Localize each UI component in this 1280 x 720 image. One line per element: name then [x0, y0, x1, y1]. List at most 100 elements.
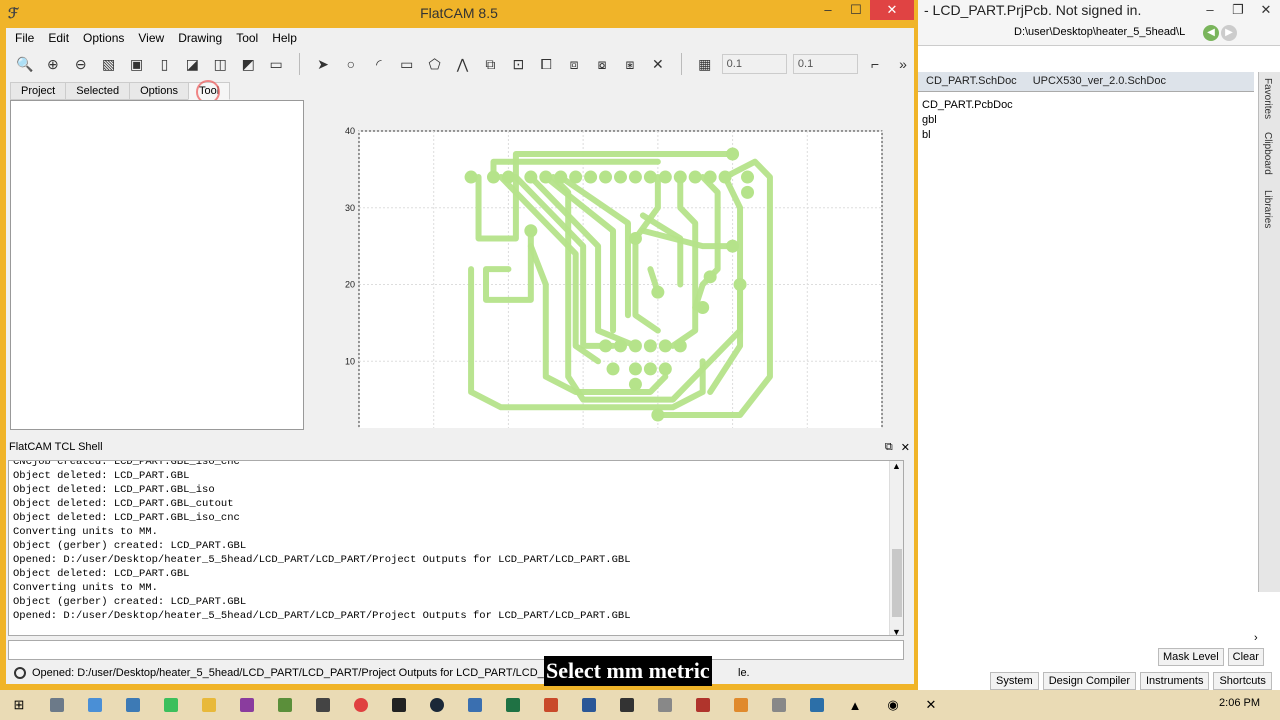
doc-item[interactable]: bl — [922, 128, 1013, 143]
close-icon[interactable]: ✕ — [901, 441, 910, 454]
menu-file[interactable]: File — [8, 28, 41, 48]
chevron-down-icon[interactable]: ▼ — [892, 627, 901, 635]
open-excellon-icon[interactable]: ◫ — [209, 53, 231, 76]
app-icon[interactable] — [118, 693, 148, 717]
close-icon[interactable]: ✕ — [1252, 0, 1280, 22]
copy-icon[interactable]: ⧠ — [535, 53, 557, 76]
app-icon[interactable] — [726, 693, 756, 717]
tab-system[interactable]: System — [990, 672, 1039, 690]
subtract-icon[interactable]: ⧇ — [591, 53, 613, 76]
circle-icon[interactable]: ○ — [340, 53, 362, 76]
grid-y-field[interactable]: 0.1 — [792, 54, 859, 74]
scrollbar-thumb[interactable] — [892, 549, 902, 617]
menu-help[interactable]: Help — [265, 28, 304, 48]
polygon-icon[interactable]: ⬠ — [424, 53, 446, 76]
side-label-clipboard[interactable]: Clipboard — [1262, 132, 1273, 175]
delete-icon[interactable]: ✕ — [647, 53, 669, 76]
cut-icon[interactable]: ⊡ — [507, 53, 529, 76]
select-icon[interactable]: ➤ — [312, 53, 334, 76]
minimize-icon[interactable]: – — [814, 0, 842, 20]
union-icon[interactable]: ⧉ — [479, 53, 501, 76]
plot-canvas[interactable]: -100102030405060010203040 — [326, 98, 887, 452]
back-icon[interactable]: ◀ — [1203, 25, 1219, 41]
chrome-icon[interactable] — [346, 693, 376, 717]
app-icon[interactable] — [384, 693, 414, 717]
onenote-icon[interactable] — [232, 693, 262, 717]
menu-tool[interactable]: Tool — [229, 28, 265, 48]
app-icon[interactable] — [308, 693, 338, 717]
clear-plot-icon[interactable]: ▧ — [98, 53, 120, 76]
tray-icon[interactable]: ✕ — [916, 693, 946, 717]
snap-icon[interactable]: ⌐ — [864, 53, 886, 76]
menu-options[interactable]: Options — [76, 28, 131, 48]
flatcam-task-icon[interactable] — [764, 693, 794, 717]
mask-level-button[interactable]: Mask Level — [1158, 648, 1224, 666]
tray-icon[interactable]: ◉ — [878, 693, 908, 717]
app-icon[interactable] — [270, 693, 300, 717]
doc-item[interactable]: CD_PART.PcbDoc — [922, 98, 1013, 113]
pcb-plot[interactable]: -100102030405060010203040 — [326, 98, 887, 452]
forward-icon[interactable]: ▶ — [1221, 25, 1237, 41]
tab-design-compiler[interactable]: Design Compiler — [1042, 672, 1136, 690]
restore-icon[interactable]: ❐ — [1224, 0, 1252, 22]
close-icon[interactable]: ✕ — [870, 0, 914, 20]
tab-shortcuts[interactable]: Shortcuts — [1213, 672, 1272, 690]
shell-log-line: Converting units to MM. — [13, 526, 158, 538]
file-explorer-icon[interactable] — [194, 693, 224, 717]
shell-scrollbar[interactable]: ▲ ▼ — [889, 461, 903, 635]
chevron-up-icon[interactable]: ▲ — [892, 461, 901, 471]
side-label-favorites[interactable]: Favorites — [1262, 78, 1273, 119]
tab-selected[interactable]: Selected — [65, 82, 131, 100]
altium-task-icon[interactable] — [802, 693, 832, 717]
shell-command-input[interactable] — [8, 640, 904, 660]
move-icon[interactable]: ⧈ — [563, 53, 585, 76]
word-icon[interactable] — [574, 693, 604, 717]
toolbar-overflow-icon[interactable]: » — [892, 53, 914, 76]
tab-project[interactable]: Project — [10, 82, 67, 100]
excel-icon[interactable] — [498, 693, 528, 717]
start-icon[interactable]: ⊞ — [4, 693, 34, 717]
shell-output[interactable]: CNCjob created: LCD_PART.GBL_iso_cnc Obje… — [8, 460, 904, 636]
app-icon[interactable] — [80, 693, 110, 717]
menu-edit[interactable]: Edit — [41, 28, 76, 48]
app-icon[interactable] — [42, 693, 72, 717]
open-project-icon[interactable]: ◩ — [237, 53, 259, 76]
menu-view[interactable]: View — [131, 28, 171, 48]
app-icon[interactable] — [650, 693, 680, 717]
arc-icon[interactable]: ◜ — [368, 53, 390, 76]
zoom-fit-icon[interactable]: 🔍 — [14, 53, 36, 76]
undock-icon[interactable]: ⧉ — [885, 441, 893, 454]
new-geometry-icon[interactable]: ▯ — [154, 53, 176, 76]
rectangle-icon[interactable]: ▭ — [396, 53, 418, 76]
intersect-icon[interactable]: ⧆ — [619, 53, 641, 76]
app-icon[interactable] — [612, 693, 642, 717]
open-gerber-icon[interactable]: ◪ — [181, 53, 203, 76]
zoom-out-icon[interactable]: ⊖ — [70, 53, 92, 76]
app-icon[interactable] — [460, 693, 490, 717]
app-icon[interactable] — [156, 693, 186, 717]
clock[interactable]: 2:06 PM — [1219, 697, 1260, 709]
tab-options[interactable]: Options — [129, 82, 189, 100]
tray-icon[interactable]: ▲ — [840, 693, 870, 717]
replot-icon[interactable]: ▣ — [126, 53, 148, 76]
maximize-icon[interactable]: ☐ — [842, 0, 870, 20]
powerpoint-icon[interactable] — [536, 693, 566, 717]
tab-instruments[interactable]: Instruments — [1140, 672, 1210, 690]
clear-button[interactable]: Clear — [1227, 648, 1264, 666]
app-icon[interactable] — [688, 693, 718, 717]
zoom-in-icon[interactable]: ⊕ — [42, 53, 64, 76]
doc-tab-upcx530[interactable]: UPCX530_ver_2.0.SchDoc — [1025, 72, 1174, 91]
doc-tab-schdoc[interactable]: CD_PART.SchDoc — [918, 72, 1025, 91]
tool-panel[interactable] — [10, 100, 304, 430]
path-icon[interactable]: ⋀ — [452, 53, 474, 76]
steam-icon[interactable] — [422, 693, 452, 717]
doc-item[interactable]: gbl — [922, 113, 1013, 128]
side-label-libraries[interactable]: Libraries — [1262, 190, 1273, 228]
chevron-right-icon[interactable]: › — [1254, 632, 1258, 644]
grid-icon[interactable]: ▦ — [694, 53, 716, 76]
shell-icon[interactable]: ▭ — [265, 53, 287, 76]
background-path-field[interactable]: D:\user\Desktop\heater_5_5head\L — [1014, 26, 1194, 43]
menu-drawing[interactable]: Drawing — [171, 28, 229, 48]
minimize-icon[interactable]: – — [1196, 0, 1224, 22]
grid-x-field[interactable]: 0.1 — [721, 54, 787, 74]
